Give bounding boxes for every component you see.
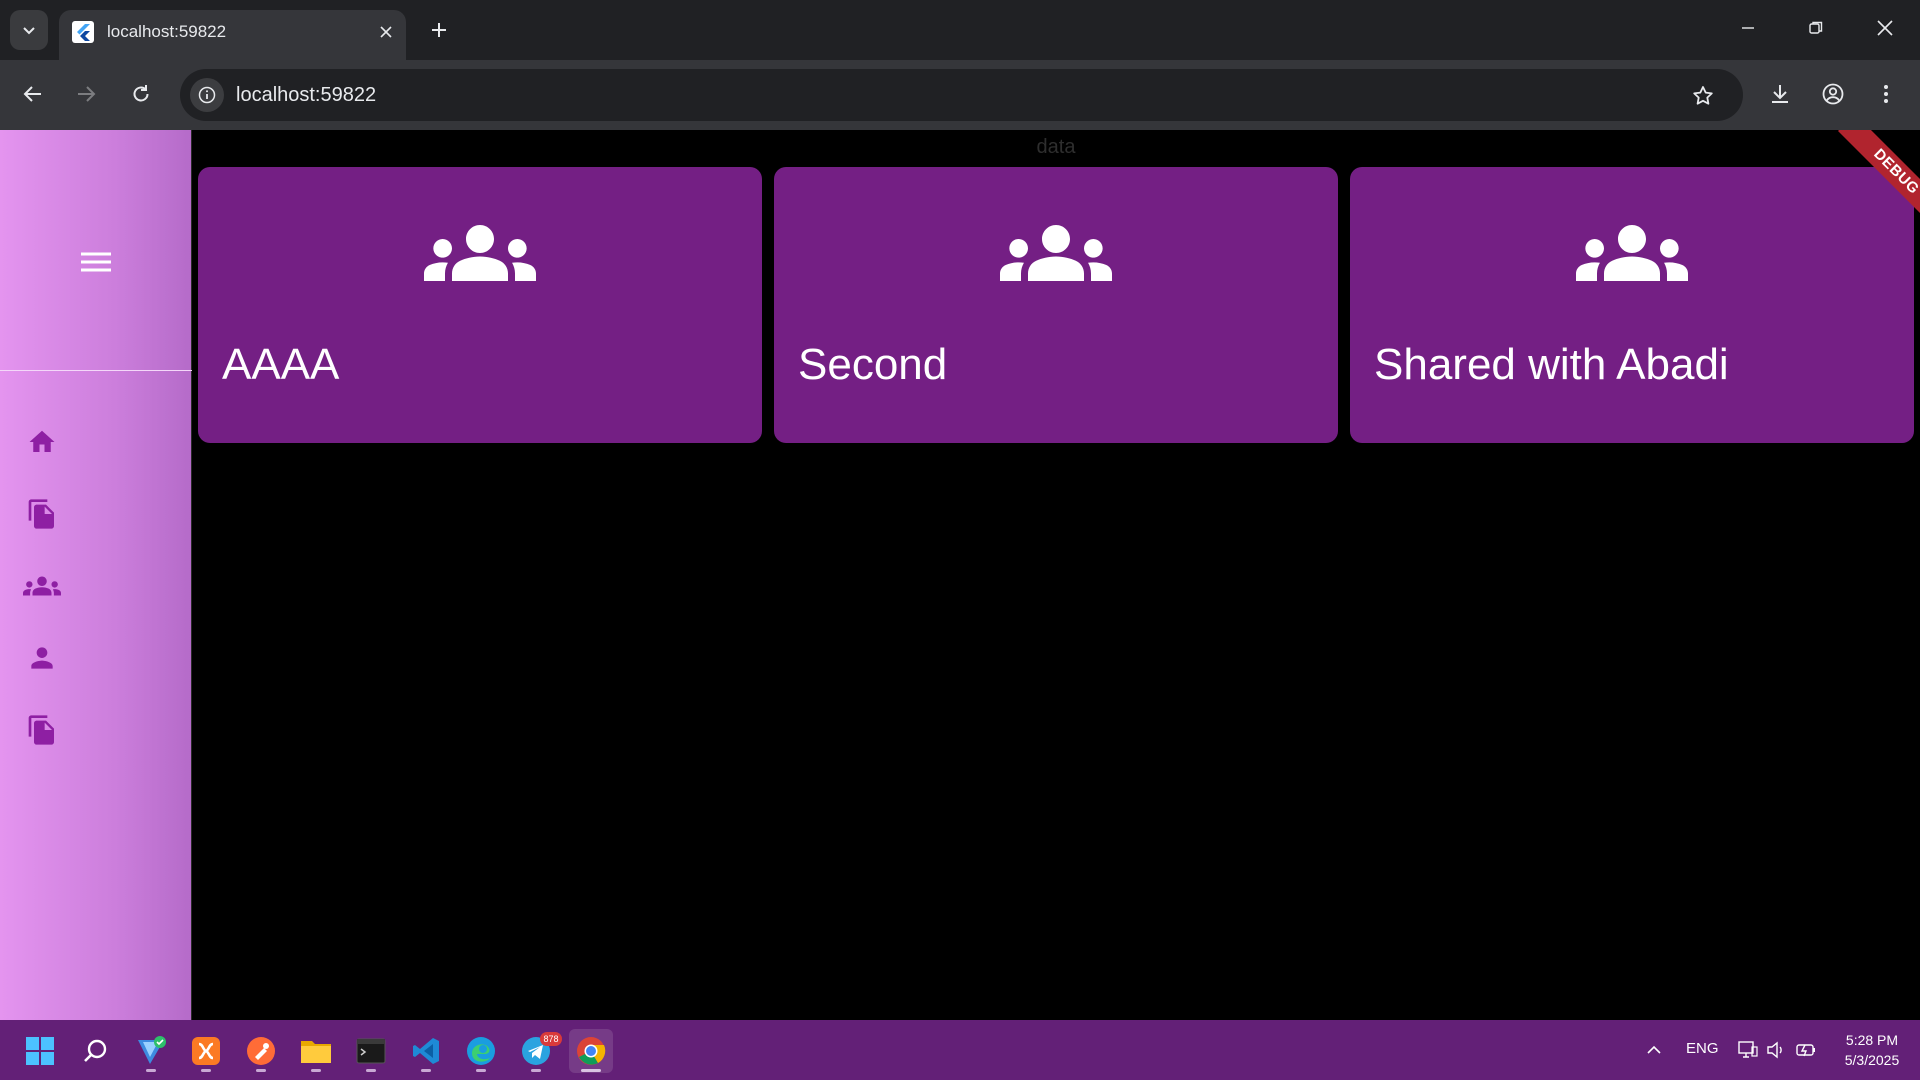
downloads-button[interactable] <box>1760 74 1800 114</box>
screen: localhost:59822 localhost:59822 data AAA… <box>0 0 1920 1080</box>
home-icon <box>29 430 55 452</box>
page-title: data <box>1036 136 1076 158</box>
new-tab-button[interactable] <box>423 12 455 48</box>
close-icon <box>380 26 392 38</box>
address-bar[interactable]: localhost:59822 <box>180 69 1743 121</box>
browser-tab[interactable]: localhost:59822 <box>59 10 406 60</box>
flutter-favicon-icon <box>72 21 94 43</box>
groups-icon <box>23 576 61 596</box>
plus-icon <box>432 23 446 37</box>
person-icon <box>31 647 53 669</box>
app-viewport: data AAAA Second Shared with Abadi DEBUG <box>0 130 1920 1020</box>
site-info-button[interactable] <box>190 78 224 112</box>
chevron-up-icon <box>1647 1045 1661 1054</box>
vector-app-icon <box>138 1036 166 1064</box>
windows-logo-icon <box>26 1037 54 1065</box>
star-icon <box>1693 86 1713 105</box>
arrow-left-icon <box>23 86 41 102</box>
network-icon[interactable] <box>1736 1038 1760 1062</box>
browser-toolbar: localhost:59822 <box>0 60 1920 190</box>
restore-icon <box>1809 21 1823 34</box>
groups-icon <box>1576 225 1688 281</box>
show-hidden-icons-button[interactable] <box>1642 1038 1666 1062</box>
forward-button[interactable] <box>66 74 106 114</box>
folder-icon <box>301 1041 331 1063</box>
browser-tab-strip: localhost:59822 <box>0 0 1920 60</box>
more-vert-icon <box>1884 85 1888 103</box>
close-tab-button[interactable] <box>373 19 399 45</box>
reload-button[interactable] <box>121 74 161 114</box>
reload-icon <box>133 85 149 102</box>
clock-time: 5:28 PM <box>1845 1032 1899 1048</box>
taskbar-app-chrome[interactable] <box>569 1029 613 1073</box>
menu-button[interactable] <box>76 242 116 282</box>
nav-item-shared-files[interactable] <box>20 708 64 752</box>
group-card[interactable]: AAAA <box>198 167 762 443</box>
file-copy-icon <box>28 499 54 529</box>
arrow-right-icon <box>78 86 96 102</box>
account-circle-icon <box>1822 83 1844 105</box>
group-card-title: Shared with Abadi <box>1374 340 1729 389</box>
volume-icon[interactable] <box>1764 1038 1788 1062</box>
nav-item-home[interactable] <box>20 420 64 464</box>
notification-badge: 878 <box>540 1032 562 1046</box>
taskbar-app-telegram[interactable]: 878 <box>514 1029 562 1073</box>
profile-button[interactable] <box>1813 74 1853 114</box>
tab-title: localhost:59822 <box>107 22 227 41</box>
minimize-button[interactable] <box>1726 6 1770 50</box>
taskbar-app-vscode[interactable] <box>404 1029 448 1073</box>
terminal-icon <box>356 1038 386 1064</box>
system-clock[interactable]: 5:28 PM 5/3/2025 <box>1832 1030 1912 1070</box>
taskbar-app-edge[interactable] <box>459 1029 503 1073</box>
chrome-icon <box>577 1037 606 1065</box>
close-icon <box>1877 20 1893 36</box>
taskbar-app-file-explorer[interactable] <box>294 1029 338 1073</box>
browser-menu-button[interactable] <box>1866 74 1906 114</box>
url-text[interactable]: localhost:59822 <box>236 82 376 108</box>
postman-icon <box>247 1037 275 1065</box>
start-button[interactable] <box>18 1029 62 1073</box>
group-card-title: AAAA <box>222 340 340 389</box>
battery-icon[interactable] <box>1794 1038 1818 1062</box>
back-button[interactable] <box>13 74 53 114</box>
taskbar-app-vector[interactable] <box>129 1029 173 1073</box>
taskbar-app-postman[interactable] <box>239 1029 283 1073</box>
sidebar <box>0 130 192 1020</box>
groups-icon <box>424 225 536 281</box>
search-icon <box>84 1039 107 1062</box>
download-icon <box>1772 85 1788 103</box>
bookmark-button[interactable] <box>1686 79 1720 113</box>
nav-item-profile[interactable] <box>20 636 64 680</box>
group-card[interactable]: Second <box>774 167 1338 443</box>
menu-icon <box>81 252 111 272</box>
tab-search-button[interactable] <box>10 10 48 50</box>
nav-item-groups[interactable] <box>20 564 64 608</box>
minimize-icon <box>1742 27 1754 29</box>
edge-icon <box>467 1037 495 1065</box>
chevron-down-icon <box>23 27 35 35</box>
input-language[interactable]: ENG <box>1686 1040 1719 1057</box>
restore-button[interactable] <box>1794 6 1838 50</box>
taskbar-search-button[interactable] <box>74 1029 118 1073</box>
nav-item-files[interactable] <box>20 492 64 536</box>
close-window-button[interactable] <box>1863 6 1907 50</box>
xampp-icon <box>192 1037 220 1065</box>
sidebar-divider <box>0 370 192 371</box>
taskbar-app-terminal[interactable] <box>349 1029 393 1073</box>
vscode-icon <box>413 1038 439 1064</box>
taskbar-app-xampp[interactable] <box>184 1029 228 1073</box>
groups-icon <box>1000 225 1112 281</box>
windows-taskbar: 878 ENG 5:28 PM 5/3/2025 <box>0 1020 1920 1080</box>
file-copy-icon <box>28 715 54 745</box>
clock-date: 5/3/2025 <box>1844 1052 1900 1068</box>
group-card-title: Second <box>798 340 948 389</box>
group-card[interactable]: Shared with Abadi <box>1350 167 1914 443</box>
info-icon <box>198 86 216 104</box>
